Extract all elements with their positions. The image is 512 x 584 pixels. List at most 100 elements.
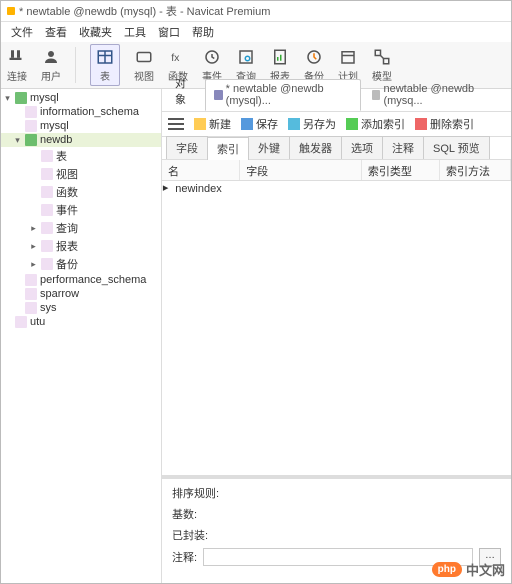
plug-icon [7, 47, 27, 67]
col-idxtype[interactable]: 索引类型 [362, 160, 440, 180]
db-icon [41, 150, 53, 162]
designer-tab[interactable]: 索引 [207, 137, 249, 160]
expand-icon[interactable]: ▸ [29, 241, 38, 252]
save-icon [241, 118, 253, 130]
menu-window[interactable]: 窗口 [152, 22, 186, 42]
tree-node[interactable]: ▾ mysql [1, 91, 161, 105]
tree-label: mysql [30, 92, 59, 104]
expand-icon[interactable]: ▾ [13, 135, 22, 146]
db-icon [41, 186, 53, 198]
expand-icon[interactable]: ▸ [29, 259, 38, 270]
table-icon [95, 47, 115, 67]
tree-node[interactable]: ▾ newdb [1, 133, 161, 147]
db-icon [25, 106, 37, 118]
index-grid[interactable]: ▸ newindex [162, 181, 511, 476]
tab-objects[interactable]: 对象 [166, 71, 203, 111]
delete-index-button[interactable]: 删除索引 [415, 116, 474, 132]
designer-tab[interactable]: SQL 预览 [423, 136, 490, 159]
tree-node[interactable]: 函数 [1, 183, 161, 201]
add-index-button[interactable]: 添加索引 [346, 116, 405, 132]
saveas-icon [288, 118, 300, 130]
toolbar-plug-button[interactable]: 连接 [7, 47, 27, 83]
table-icon [372, 90, 381, 100]
tree-label: 备份 [56, 256, 78, 272]
col-idxmethod[interactable]: 索引方法 [440, 160, 511, 180]
db-icon [15, 92, 27, 104]
tree-node[interactable]: sys [1, 301, 161, 315]
tab-editor-active[interactable]: * newtable @newdb (mysql)... [205, 79, 361, 111]
row-marker-icon: ▸ [162, 181, 169, 199]
toolbar-model-button[interactable]: 模型 [372, 47, 392, 83]
menu-tools[interactable]: 工具 [118, 22, 152, 42]
table-icon [214, 90, 223, 100]
tree-node[interactable]: utu [1, 315, 161, 329]
tree-node[interactable]: ▸ 报表 [1, 237, 161, 255]
clock-icon [202, 47, 222, 67]
designer-tab[interactable]: 字段 [166, 136, 208, 159]
menu-help[interactable]: 帮助 [186, 22, 220, 42]
prop-card-label: 基数: [172, 506, 197, 522]
toolbar-user-button[interactable]: 用户 [41, 47, 61, 83]
prop-packed-label: 已封装: [172, 527, 208, 543]
designer-tab[interactable]: 注释 [382, 136, 424, 159]
menu-file[interactable]: 文件 [5, 22, 39, 42]
tab-editor-2[interactable]: newtable @newdb (mysq... [363, 79, 507, 111]
tree-node[interactable]: sparrow [1, 287, 161, 301]
tree-node[interactable]: 视图 [1, 165, 161, 183]
prop-comment-label: 注释: [172, 549, 197, 565]
designer-tab[interactable]: 触发器 [289, 136, 342, 159]
db-icon [41, 240, 53, 252]
save-button[interactable]: 保存 [241, 116, 278, 132]
cell-name[interactable]: newindex [169, 181, 240, 199]
tree-label: 报表 [56, 238, 78, 254]
new-button[interactable]: 新建 [194, 116, 231, 132]
tree-node[interactable]: ▸ 备份 [1, 255, 161, 273]
tree-label: performance_schema [40, 274, 146, 286]
menu-view[interactable]: 查看 [39, 22, 73, 42]
toolbar-report-button[interactable]: 报表 [270, 47, 290, 83]
add-icon [346, 118, 358, 130]
tree-node[interactable]: 表 [1, 147, 161, 165]
tree-node[interactable]: performance_schema [1, 273, 161, 287]
tree-node[interactable]: information_schema [1, 105, 161, 119]
saveas-button[interactable]: 另存为 [288, 116, 336, 132]
index-grid-header: 名 字段 索引类型 索引方法 [162, 160, 511, 181]
tree-label: sparrow [40, 288, 79, 300]
cell-idxtype[interactable] [362, 181, 440, 199]
toolbar-view-button[interactable]: 视图 [134, 47, 154, 83]
tree-node[interactable]: mysql [1, 119, 161, 133]
model-icon [372, 47, 392, 67]
col-name[interactable]: 名 [162, 160, 240, 180]
toolbar-clock-button[interactable]: 事件 [202, 47, 222, 83]
report-icon [270, 47, 290, 67]
menubar: 文件 查看 收藏夹 工具 窗口 帮助 [1, 22, 511, 42]
menu-fav[interactable]: 收藏夹 [73, 22, 118, 42]
col-fields[interactable]: 字段 [240, 160, 362, 180]
designer-tab[interactable]: 选项 [341, 136, 383, 159]
db-icon [41, 222, 53, 234]
svg-text:fx: fx [171, 52, 180, 64]
view-icon [134, 47, 154, 67]
table-row[interactable]: ▸ newindex [162, 181, 511, 199]
expand-icon[interactable]: ▸ [29, 223, 38, 234]
toolbar-table-button[interactable]: 表 [90, 44, 120, 86]
toolbar-backup-button[interactable]: 备份 [304, 47, 324, 83]
tree-label: 表 [56, 148, 67, 164]
expand-icon[interactable]: ▾ [3, 93, 12, 104]
tree-label: newdb [40, 134, 72, 146]
tree-label: sys [40, 302, 57, 314]
connection-tree[interactable]: ▾ mysqlinformation_schemamysql ▾ newdb 表视图函数… [1, 89, 162, 583]
tree-node[interactable]: ▸查询 [1, 219, 161, 237]
tree-node[interactable]: 事件 [1, 201, 161, 219]
toolbar-query-button[interactable]: 查询 [236, 47, 256, 83]
cell-fields[interactable] [240, 181, 362, 199]
db-icon [25, 120, 37, 132]
query-icon [236, 47, 256, 67]
delete-icon [415, 118, 427, 130]
php-badge: php [432, 562, 462, 577]
designer-tab[interactable]: 外键 [248, 136, 290, 159]
hamburger-icon[interactable] [168, 118, 184, 130]
db-icon [25, 274, 37, 286]
cell-idxmethod[interactable] [440, 181, 511, 199]
toolbar-sched-button[interactable]: 计划 [338, 47, 358, 83]
